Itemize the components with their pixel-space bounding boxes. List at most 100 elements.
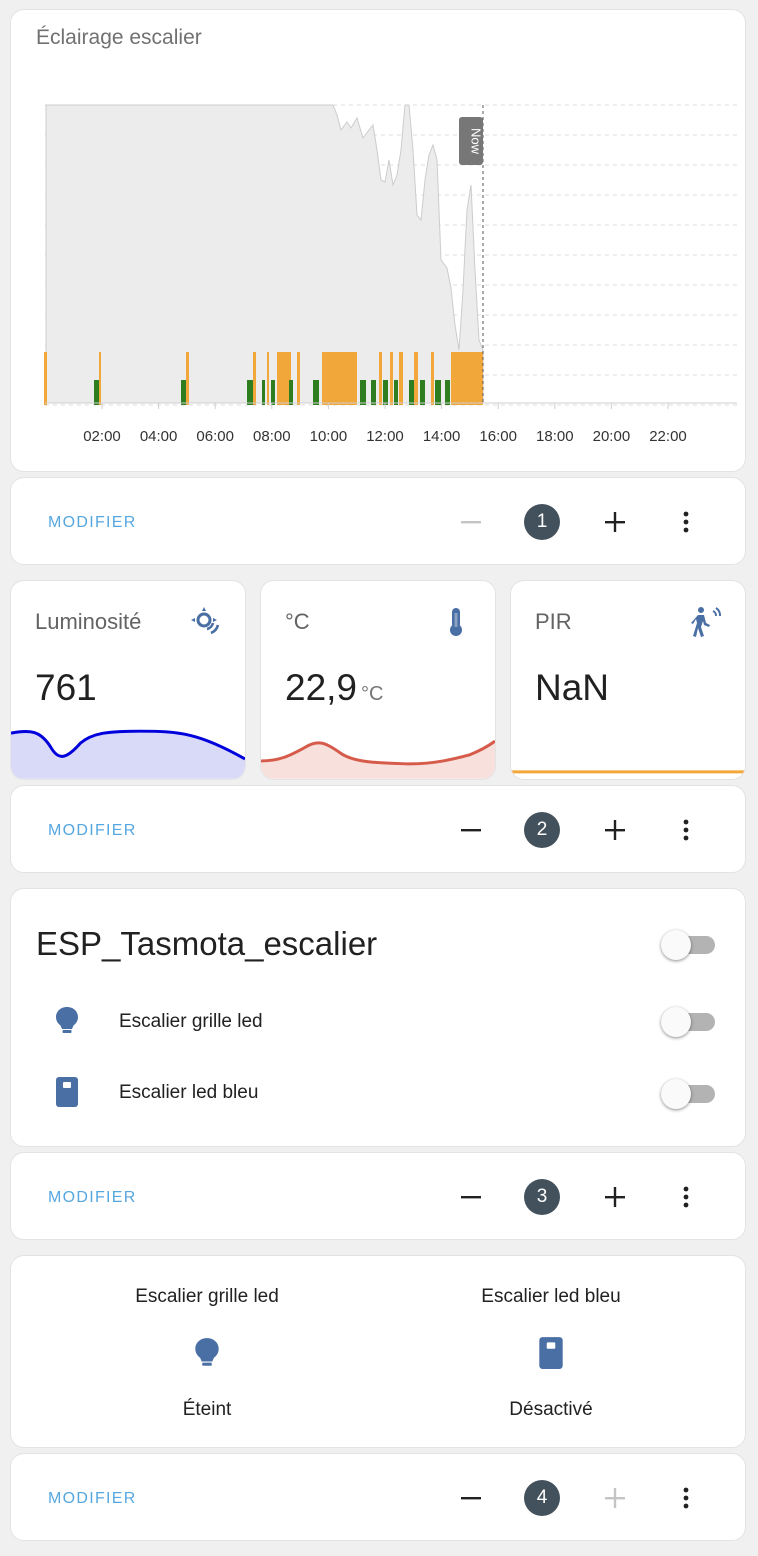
entity-toggle[interactable] (661, 1006, 717, 1037)
section-index-badge: 2 (520, 808, 564, 852)
state-bar-on (186, 352, 189, 405)
move-up-button[interactable] (449, 500, 493, 544)
state-bar-on (431, 352, 434, 405)
modifier-button[interactable]: MODIFIER (48, 1490, 137, 1508)
entity-name[interactable]: Escalier grille led (119, 1011, 263, 1033)
x-tick-label: 16:00 (479, 428, 517, 445)
state-bar-on (414, 352, 418, 405)
thermometer-icon (450, 608, 462, 636)
state-bar-motion (181, 380, 186, 405)
state-bar-on (277, 352, 291, 405)
sensor-unit: °C (361, 683, 384, 705)
entity-toggle[interactable] (661, 1078, 717, 1109)
sensor-card-pir[interactable]: PIR NaN (510, 580, 746, 780)
lightbulb-icon (56, 1007, 78, 1033)
plus-icon (605, 1488, 625, 1508)
glance-item-state: Désactivé (509, 1399, 593, 1420)
state-bar-motion (409, 380, 414, 405)
state-bar-motion (435, 380, 441, 405)
state-bar-on (379, 352, 382, 405)
state-bar-motion (383, 380, 388, 405)
move-down-button[interactable] (593, 1175, 637, 1219)
minus-icon (461, 1196, 481, 1199)
glance-item-name: Escalier led bleu (481, 1286, 621, 1307)
state-bar-motion (271, 380, 275, 405)
x-axis-ticks: 02:00 04:00 06:00 08:00 10:00 12:00 14:00 16:00… (45, 402, 737, 445)
state-bar-on (322, 352, 357, 405)
more-options-button[interactable] (664, 1175, 708, 1219)
minus-icon (461, 1497, 481, 1500)
move-up-button[interactable] (449, 1175, 493, 1219)
state-bar-motion (371, 380, 376, 405)
sensor-card-luminosite[interactable]: Luminosité 761 (10, 580, 246, 780)
entities-card-title: ESP_Tasmota_escalier (36, 925, 378, 962)
lightbulb-icon (195, 1338, 219, 1366)
dots-vertical-icon (683, 1487, 689, 1509)
x-tick-label: 20:00 (593, 428, 631, 445)
state-bar-motion (394, 380, 398, 405)
move-up-button[interactable] (449, 1476, 493, 1520)
move-down-button[interactable] (593, 500, 637, 544)
temperature-sparkline (261, 739, 495, 779)
sensor-name: PIR (535, 609, 572, 634)
minus-icon (461, 521, 481, 524)
state-bar-motion (420, 380, 425, 405)
entities-card: ESP_Tasmota_escalier Escalier grille led… (10, 888, 746, 1147)
now-label: Now (469, 128, 484, 155)
state-bar-on (451, 352, 483, 405)
dots-vertical-icon (683, 511, 689, 533)
switch-icon (56, 1077, 78, 1107)
section-index-badge: 4 (520, 1476, 564, 1520)
x-tick-label: 08:00 (253, 428, 291, 445)
x-tick-label: 18:00 (536, 428, 574, 445)
move-down-button[interactable] (593, 1476, 637, 1520)
section-index-badge: 1 (520, 500, 564, 544)
sensor-value: 761 (35, 667, 97, 708)
x-tick-label: 10:00 (310, 428, 348, 445)
state-bar-on (390, 352, 393, 405)
glance-card: Escalier grille led Éteint Escalier led … (10, 1255, 746, 1448)
plus-icon (605, 820, 625, 840)
state-bar-on (253, 352, 256, 405)
section-edit-bar-2: MODIFIER 2 (10, 785, 746, 873)
move-up-button[interactable] (449, 808, 493, 852)
brightness-auto-icon (191, 607, 220, 635)
state-bar-motion (247, 380, 253, 405)
switch-icon (539, 1337, 563, 1369)
more-options-button[interactable] (664, 1476, 708, 1520)
section-edit-bar-4: MODIFIER 4 (10, 1453, 746, 1541)
dots-vertical-icon (683, 1186, 689, 1208)
dots-vertical-icon (683, 819, 689, 841)
pir-sparkline (511, 770, 745, 774)
x-tick-label: 12:00 (366, 428, 404, 445)
x-tick-label: 06:00 (196, 428, 234, 445)
move-down-button[interactable] (593, 808, 637, 852)
state-bar-on (297, 352, 300, 405)
x-tick-label: 04:00 (140, 428, 178, 445)
x-tick-label: 22:00 (649, 428, 687, 445)
state-bar-on (44, 352, 47, 405)
x-tick-label: 02:00 (83, 428, 121, 445)
modifier-button[interactable]: MODIFIER (48, 1189, 137, 1207)
entity-name[interactable]: Escalier led bleu (119, 1082, 258, 1104)
state-bar-on (99, 352, 101, 405)
plus-icon (605, 512, 625, 532)
history-chart[interactable]: Now 02:00 04:00 06:00 08:00 10:00 12:00 14:00 1… (11, 10, 747, 450)
glance-item-grille[interactable]: Escalier grille led Éteint (57, 1256, 357, 1449)
section-index-badge: 3 (520, 1175, 564, 1219)
sensor-value: 22,9 °C (285, 667, 384, 708)
modifier-button[interactable]: MODIFIER (48, 514, 137, 532)
history-card: Éclairage escalier Now 02:00 04:00 06:00 08… (10, 9, 746, 472)
glance-item-led-bleu[interactable]: Escalier led bleu Désactivé (401, 1256, 701, 1449)
modifier-button[interactable]: MODIFIER (48, 822, 137, 840)
more-options-button[interactable] (664, 500, 708, 544)
state-bar-motion (289, 380, 293, 405)
state-bar-motion (360, 380, 366, 405)
state-bar-motion (313, 380, 319, 405)
more-options-button[interactable] (664, 808, 708, 852)
section-edit-bar-1: MODIFIER 1 (10, 477, 746, 565)
state-bar-motion (94, 380, 99, 405)
sensor-value: NaN (535, 667, 610, 708)
group-toggle[interactable] (661, 929, 717, 960)
sensor-card-temperature[interactable]: °C 22,9 °C (260, 580, 496, 780)
